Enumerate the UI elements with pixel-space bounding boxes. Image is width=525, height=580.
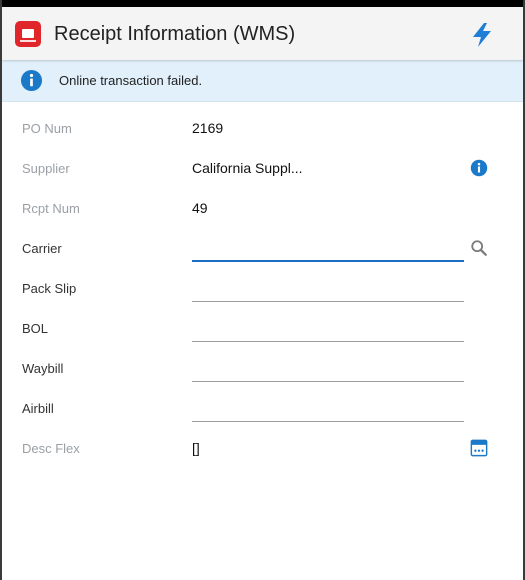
banner-message: Online transaction failed. — [59, 73, 203, 88]
rcpt-num-label: Rcpt Num — [22, 201, 80, 216]
row-supplier: Supplier California Suppl... — [2, 148, 523, 188]
search-icon[interactable] — [470, 239, 488, 257]
po-num-label: PO Num — [22, 121, 72, 136]
message-banner: Online transaction failed. — [2, 60, 523, 102]
receipt-form: PO Num 2169 Supplier California Suppl...… — [2, 102, 523, 468]
po-num-value: 2169 — [192, 120, 224, 136]
info-icon — [20, 69, 43, 92]
carrier-input[interactable] — [192, 232, 464, 262]
page-title: Receipt Information (WMS) — [54, 23, 296, 45]
row-airbill: Airbill — [2, 388, 523, 428]
bol-label: BOL — [22, 321, 49, 336]
rcpt-num-value: 49 — [192, 200, 208, 216]
oracle-app-icon — [15, 21, 41, 47]
device-screen: Receipt Information (WMS) Online transac… — [0, 0, 525, 580]
status-bar — [2, 0, 523, 7]
row-rcpt-num: Rcpt Num 49 — [2, 188, 523, 228]
supplier-label: Supplier — [22, 161, 70, 176]
airbill-label: Airbill — [22, 401, 54, 416]
row-po-num: PO Num 2169 — [2, 108, 523, 148]
airbill-input[interactable] — [192, 392, 464, 422]
flexfield-form-icon[interactable] — [470, 439, 488, 457]
bol-input[interactable] — [192, 312, 464, 342]
row-bol: BOL — [2, 308, 523, 348]
desc-flex-label: Desc Flex — [22, 441, 80, 456]
supplier-value: California Suppl... — [192, 160, 303, 176]
desc-flex-value: [] — [192, 440, 200, 456]
waybill-label: Waybill — [22, 361, 64, 376]
waybill-input[interactable] — [192, 352, 464, 382]
supplier-info-icon[interactable] — [470, 159, 488, 177]
row-carrier: Carrier — [2, 228, 523, 268]
row-pack-slip: Pack Slip — [2, 268, 523, 308]
pack-slip-label: Pack Slip — [22, 281, 77, 296]
row-desc-flex: Desc Flex [] — [2, 428, 523, 468]
app-bar: Receipt Information (WMS) — [2, 7, 523, 60]
pack-slip-input[interactable] — [192, 272, 464, 302]
lightning-bolt-icon[interactable] — [471, 22, 493, 48]
row-waybill: Waybill — [2, 348, 523, 388]
carrier-label: Carrier — [22, 241, 62, 256]
